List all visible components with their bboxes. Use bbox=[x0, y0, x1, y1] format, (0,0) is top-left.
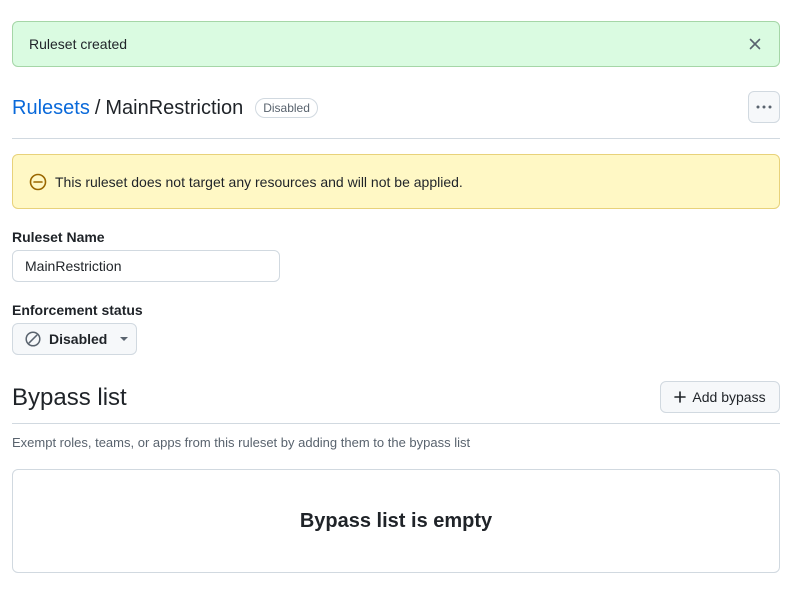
more-options-button[interactable] bbox=[748, 91, 780, 123]
header-divider bbox=[12, 138, 780, 139]
triangle-down-icon bbox=[119, 336, 129, 342]
circle-slash-icon bbox=[29, 173, 47, 191]
plus-icon bbox=[674, 391, 687, 403]
status-badge: Disabled bbox=[255, 98, 318, 118]
page-header: Rulesets / MainRestriction Disabled bbox=[12, 90, 780, 126]
circle-slash-icon bbox=[25, 331, 41, 347]
bypass-list-empty-state: Bypass list is empty bbox=[12, 469, 780, 573]
breadcrumb-rulesets-link[interactable]: Rulesets bbox=[12, 97, 90, 120]
success-flash-banner: Ruleset created bbox=[12, 21, 780, 67]
ruleset-name-label: Ruleset Name bbox=[12, 229, 105, 245]
bypass-list-heading: Bypass list bbox=[12, 384, 127, 411]
bypass-description: Exempt roles, teams, or apps from this r… bbox=[12, 435, 471, 450]
flash-message: Ruleset created bbox=[29, 36, 128, 52]
enforcement-status-value: Disabled bbox=[49, 331, 108, 347]
add-bypass-button[interactable]: Add bypass bbox=[660, 381, 780, 413]
breadcrumb-separator: / bbox=[94, 96, 101, 119]
empty-state-message: Bypass list is empty bbox=[299, 509, 493, 532]
add-bypass-label: Add bypass bbox=[692, 389, 766, 405]
warning-message: This ruleset does not target any resourc… bbox=[55, 173, 463, 190]
enforcement-status-label: Enforcement status bbox=[12, 302, 143, 318]
warning-banner: This ruleset does not target any resourc… bbox=[12, 154, 780, 209]
enforcement-status-dropdown[interactable]: Disabled bbox=[12, 323, 137, 355]
close-icon[interactable] bbox=[747, 36, 763, 52]
bypass-divider bbox=[12, 423, 780, 424]
page-title: MainRestriction bbox=[105, 96, 244, 119]
kebab-horizontal-icon bbox=[756, 105, 772, 109]
ruleset-name-input[interactable] bbox=[12, 250, 280, 282]
